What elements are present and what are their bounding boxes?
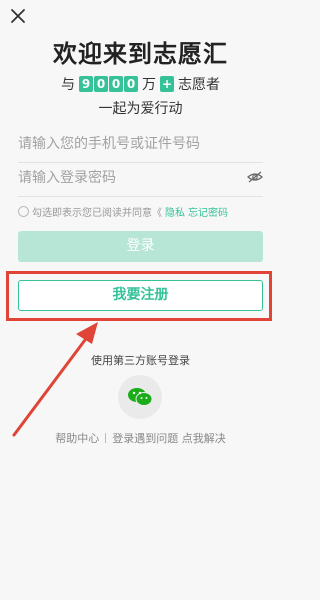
wechat-login-button[interactable] [118, 375, 162, 419]
third-party-label: 使用第三方账号登录 [91, 354, 190, 367]
footer-divider [105, 433, 107, 443]
footer-links: 帮助中心 登录遇到问题 点我解决 [0, 430, 281, 446]
wechat-icon [128, 388, 153, 406]
annotation-arrow [12, 322, 98, 437]
login-problem-link[interactable]: 登录遇到问题 点我解决 [112, 430, 226, 446]
help-center-link[interactable]: 帮助中心 [55, 430, 99, 446]
